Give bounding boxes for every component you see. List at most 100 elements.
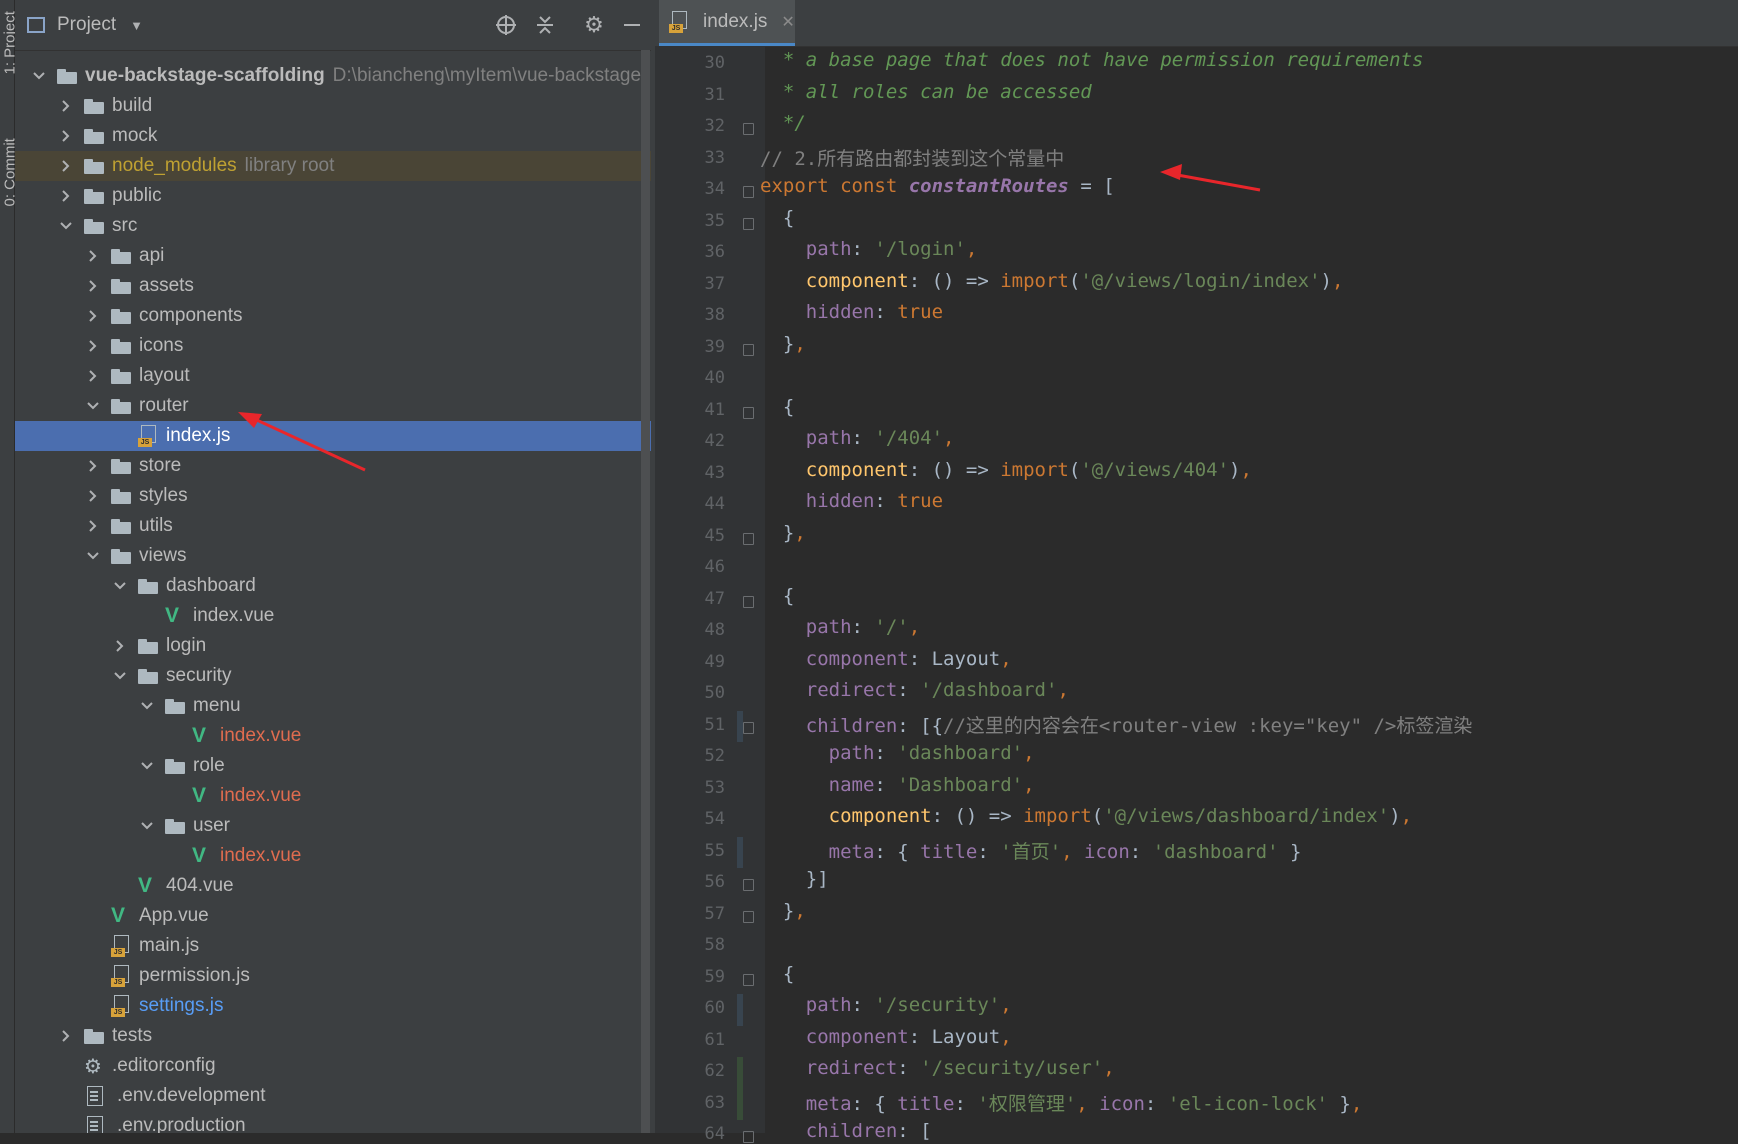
code-token: : { <box>874 840 921 863</box>
tree-folder[interactable]: build <box>15 91 651 121</box>
tree-file[interactable]: Vindex.vue <box>15 841 651 871</box>
tree-file[interactable]: JS main.js <box>15 931 651 961</box>
chevron-down-icon[interactable] <box>139 758 155 774</box>
chevron-right-icon[interactable] <box>85 338 101 354</box>
tree-folder[interactable]: utils <box>15 511 651 541</box>
change-marker <box>737 1057 743 1089</box>
tree-folder[interactable]: icons <box>15 331 651 361</box>
chevron-down-icon[interactable]: ▼ <box>130 18 143 33</box>
tree-folder[interactable]: views <box>15 541 651 571</box>
code-token: : <box>977 840 1001 863</box>
tree-folder[interactable]: store <box>15 451 651 481</box>
tree-file[interactable]: JS settings.js <box>15 991 651 1021</box>
project-scrollbar[interactable] <box>641 50 650 1133</box>
fold-marker-icon[interactable] <box>743 406 754 419</box>
tree-folder[interactable]: src <box>15 211 651 241</box>
tree-folder[interactable]: styles <box>15 481 651 511</box>
tree-file[interactable]: V 404.vue <box>15 871 651 901</box>
code-token: } <box>760 899 795 922</box>
tab-index-js[interactable]: JS index.js ✕ <box>659 0 795 46</box>
gear-icon[interactable]: ⚙ <box>581 12 607 38</box>
code-token: : () => <box>908 269 1001 292</box>
code-line: path: '/security', <box>760 994 1012 1016</box>
tree-file[interactable]: JS index.js <box>15 421 651 451</box>
tree-file[interactable]: .env.production <box>15 1111 651 1133</box>
tree-folder[interactable]: menu <box>15 691 651 721</box>
fold-marker-icon[interactable] <box>743 343 754 356</box>
code-token: : <box>851 427 875 449</box>
close-icon[interactable]: ✕ <box>781 12 794 32</box>
code-token: : <box>874 490 898 512</box>
chevron-right-icon[interactable] <box>85 488 101 504</box>
tree-folder[interactable]: security <box>15 661 651 691</box>
chevron-right-icon[interactable] <box>58 1028 74 1044</box>
line-number: 59 <box>704 966 725 987</box>
chevron-down-icon[interactable] <box>31 68 47 84</box>
tree-folder[interactable]: user <box>15 811 651 841</box>
tree-file[interactable]: Vindex.vue <box>15 781 651 811</box>
tree-folder[interactable]: tests <box>15 1021 651 1051</box>
chevron-right-icon[interactable] <box>85 308 101 324</box>
chevron-right-icon[interactable] <box>85 518 101 534</box>
tree-folder[interactable]: assets <box>15 271 651 301</box>
fold-marker-icon[interactable] <box>743 123 754 135</box>
tree-item-annotation: D:\biancheng\myItem\vue-backstage- <box>332 65 648 86</box>
fold-marker-icon[interactable] <box>743 879 754 891</box>
project-panel-title[interactable]: Project <box>57 14 116 36</box>
tree-item-label: .env.development <box>117 1085 266 1106</box>
code-token: , <box>1103 1057 1115 1079</box>
collapse-all-icon[interactable] <box>532 12 558 38</box>
chevron-right-icon[interactable] <box>85 278 101 294</box>
chevron-down-icon[interactable] <box>139 818 155 834</box>
fold-marker-icon[interactable] <box>743 910 754 923</box>
chevron-right-icon[interactable] <box>58 128 74 144</box>
tree-folder[interactable]: role <box>15 751 651 781</box>
tree-item-label: src <box>112 215 138 236</box>
tree-file[interactable]: Vindex.vue <box>15 721 651 751</box>
tree-folder[interactable]: dashboard <box>15 571 651 601</box>
tree-folder[interactable]: vue-backstage-scaffolding D:\biancheng\my… <box>15 61 651 91</box>
code-token: // 2.所有路由都封装到这个常量中 <box>760 147 1065 170</box>
tree-folder[interactable]: layout <box>15 361 651 391</box>
fold-marker-icon[interactable] <box>743 532 754 545</box>
fold-marker-icon[interactable] <box>743 721 754 734</box>
code-token: hidden <box>760 301 875 323</box>
tree-folder[interactable]: node_modules library root <box>15 151 651 181</box>
tree-file[interactable]: JS permission.js <box>15 961 651 991</box>
tree-folder[interactable]: public <box>15 181 651 211</box>
code-token: icon <box>1084 840 1130 863</box>
chevron-right-icon[interactable] <box>58 98 74 114</box>
fold-marker-icon[interactable] <box>743 186 754 198</box>
minimize-icon[interactable] <box>619 12 645 38</box>
code-line: path: 'dashboard', <box>760 742 1035 764</box>
chevron-down-icon[interactable] <box>58 218 74 234</box>
chevron-down-icon[interactable] <box>112 578 128 594</box>
vue-file-icon: V <box>138 874 153 897</box>
chevron-right-icon[interactable] <box>85 368 101 384</box>
code-line: component: () => import('@/views/404'), <box>760 459 1252 481</box>
locate-icon[interactable] <box>493 12 519 38</box>
chevron-down-icon[interactable] <box>139 698 155 714</box>
chevron-down-icon[interactable] <box>85 398 101 414</box>
tree-file[interactable]: Vindex.vue <box>15 601 651 631</box>
tree-folder[interactable]: mock <box>15 121 651 151</box>
tree-folder[interactable]: login <box>15 631 651 661</box>
tree-file[interactable]: V App.vue <box>15 901 651 931</box>
tree-item-label: index.vue <box>220 725 302 746</box>
tree-file[interactable]: .env.development <box>15 1081 651 1111</box>
tree-folder[interactable]: router <box>15 391 651 421</box>
fold-marker-icon[interactable] <box>743 217 754 230</box>
chevron-right-icon[interactable] <box>58 158 74 174</box>
chevron-down-icon[interactable] <box>112 668 128 684</box>
chevron-right-icon[interactable] <box>85 248 101 264</box>
tree-folder[interactable]: components <box>15 301 651 331</box>
chevron-right-icon[interactable] <box>85 458 101 474</box>
tree-file[interactable]: ⚙ .editorconfig <box>15 1051 651 1081</box>
tree-folder[interactable]: api <box>15 241 651 271</box>
fold-marker-icon[interactable] <box>743 595 754 608</box>
chevron-right-icon[interactable] <box>58 188 74 204</box>
chevron-right-icon[interactable] <box>112 638 128 654</box>
gear-icon: ⚙ <box>84 1055 102 1078</box>
chevron-down-icon[interactable] <box>85 548 101 564</box>
fold-marker-icon[interactable] <box>743 973 754 986</box>
